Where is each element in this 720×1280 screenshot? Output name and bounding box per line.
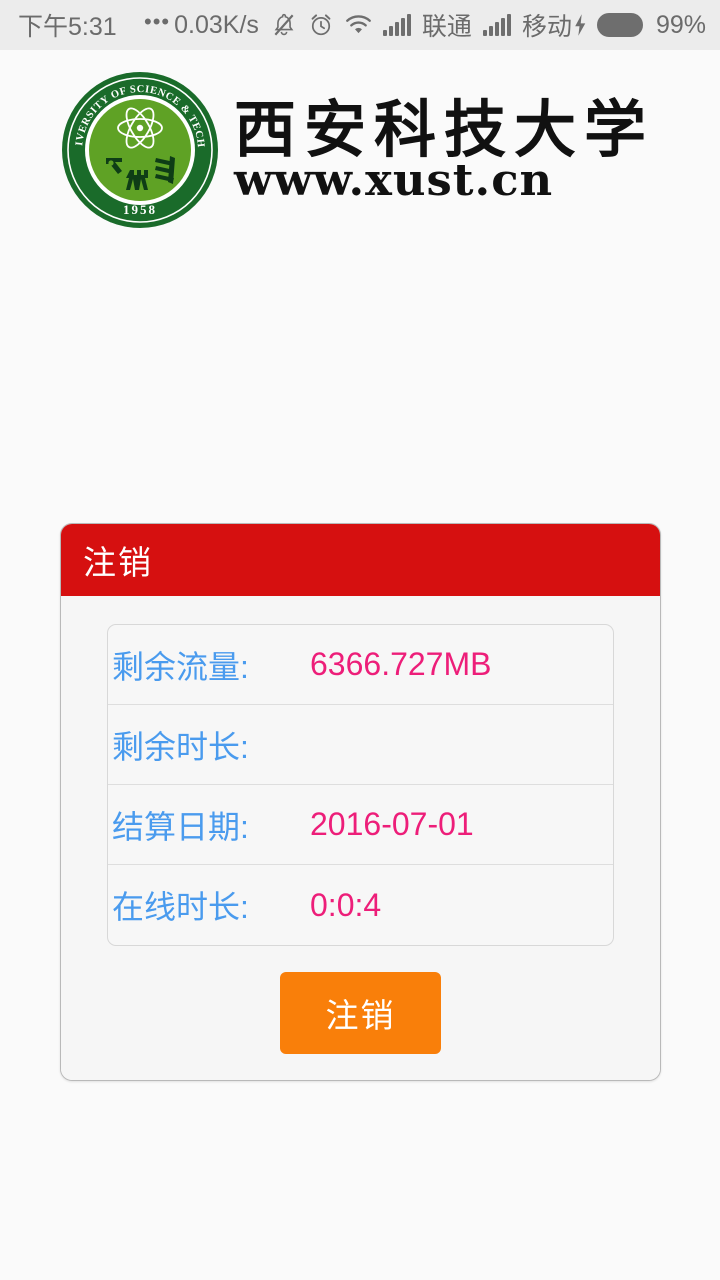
row-value-settlement-date: 2016-07-01 xyxy=(310,806,474,842)
charging-bolt-icon xyxy=(572,13,588,37)
brand-text-block: 西安科技大学 www.xust.cn xyxy=(234,92,655,207)
university-seal-logo: XI'AN UNIVERSITY OF SCIENCE & TECHNOLOGY… xyxy=(56,62,220,230)
status-bar-right-group: 99% xyxy=(572,11,706,40)
account-info-table: 剩余流量: 6366.727MB 剩余时长: 结算日期: 2016-07-01 … xyxy=(107,624,614,946)
alarm-clock-icon xyxy=(308,12,334,38)
panel-body: 剩余流量: 6366.727MB 剩余时长: 结算日期: 2016-07-01 … xyxy=(61,596,660,1080)
carrier-label-2: 移动 xyxy=(521,13,572,41)
network-speed-indicator: ••• 0.03K/s xyxy=(144,9,259,40)
university-website: www.xust.cn xyxy=(234,155,554,207)
network-speed-text: 0.03K/s xyxy=(174,10,259,39)
brand-header: XI'AN UNIVERSITY OF SCIENCE & TECHNOLOGY… xyxy=(0,50,720,250)
signal-bars-1 xyxy=(382,14,411,36)
panel-header-title: 注销 xyxy=(83,544,153,581)
panel-header: 注销 xyxy=(61,524,660,596)
logout-button[interactable]: 注销 xyxy=(280,972,441,1054)
battery-icon xyxy=(596,13,643,37)
network-activity-dots: ••• xyxy=(144,9,171,34)
table-row: 剩余时长: xyxy=(108,705,613,785)
table-row: 结算日期: 2016-07-01 xyxy=(108,785,613,865)
status-bar: 下午5:31 ••• 0.03K/s 联通 移动 99% xyxy=(0,0,720,50)
logout-panel-card: 注销 剩余流量: 6366.727MB 剩余时长: 结算日期: 2016-07-… xyxy=(60,523,661,1081)
svg-text:1958: 1958 xyxy=(123,202,157,217)
table-row: 剩余流量: 6366.727MB xyxy=(108,625,613,705)
bell-muted-icon xyxy=(271,12,297,38)
signal-bars-2 xyxy=(482,14,511,36)
university-name-cn: 西安科技大学 xyxy=(234,92,655,166)
battery-percent-label: 99% xyxy=(655,10,706,39)
carrier-label-1: 联通 xyxy=(421,13,472,41)
row-value-remaining-data: 6366.727MB xyxy=(310,646,492,682)
row-value-online-duration: 0:0:4 xyxy=(310,886,382,923)
wifi-icon xyxy=(345,13,372,37)
status-clock: 下午5:31 xyxy=(18,13,117,41)
row-label-remaining-time: 剩余时长: xyxy=(112,728,249,765)
logout-button-row: 注销 xyxy=(107,972,614,1054)
row-label-remaining-data: 剩余流量: xyxy=(112,648,249,685)
signal-bars-carrier-2-icon xyxy=(482,14,511,36)
status-icon-group: 联通 移动 xyxy=(271,7,572,43)
table-row: 在线时长: 0:0:4 xyxy=(108,865,613,945)
content-area: 注销 剩余流量: 6366.727MB 剩余时长: 结算日期: 2016-07-… xyxy=(0,250,720,1280)
signal-bars-carrier-1-icon xyxy=(382,14,411,36)
row-label-settlement-date: 结算日期: xyxy=(112,808,249,845)
row-label-online-duration: 在线时长: xyxy=(112,889,249,925)
